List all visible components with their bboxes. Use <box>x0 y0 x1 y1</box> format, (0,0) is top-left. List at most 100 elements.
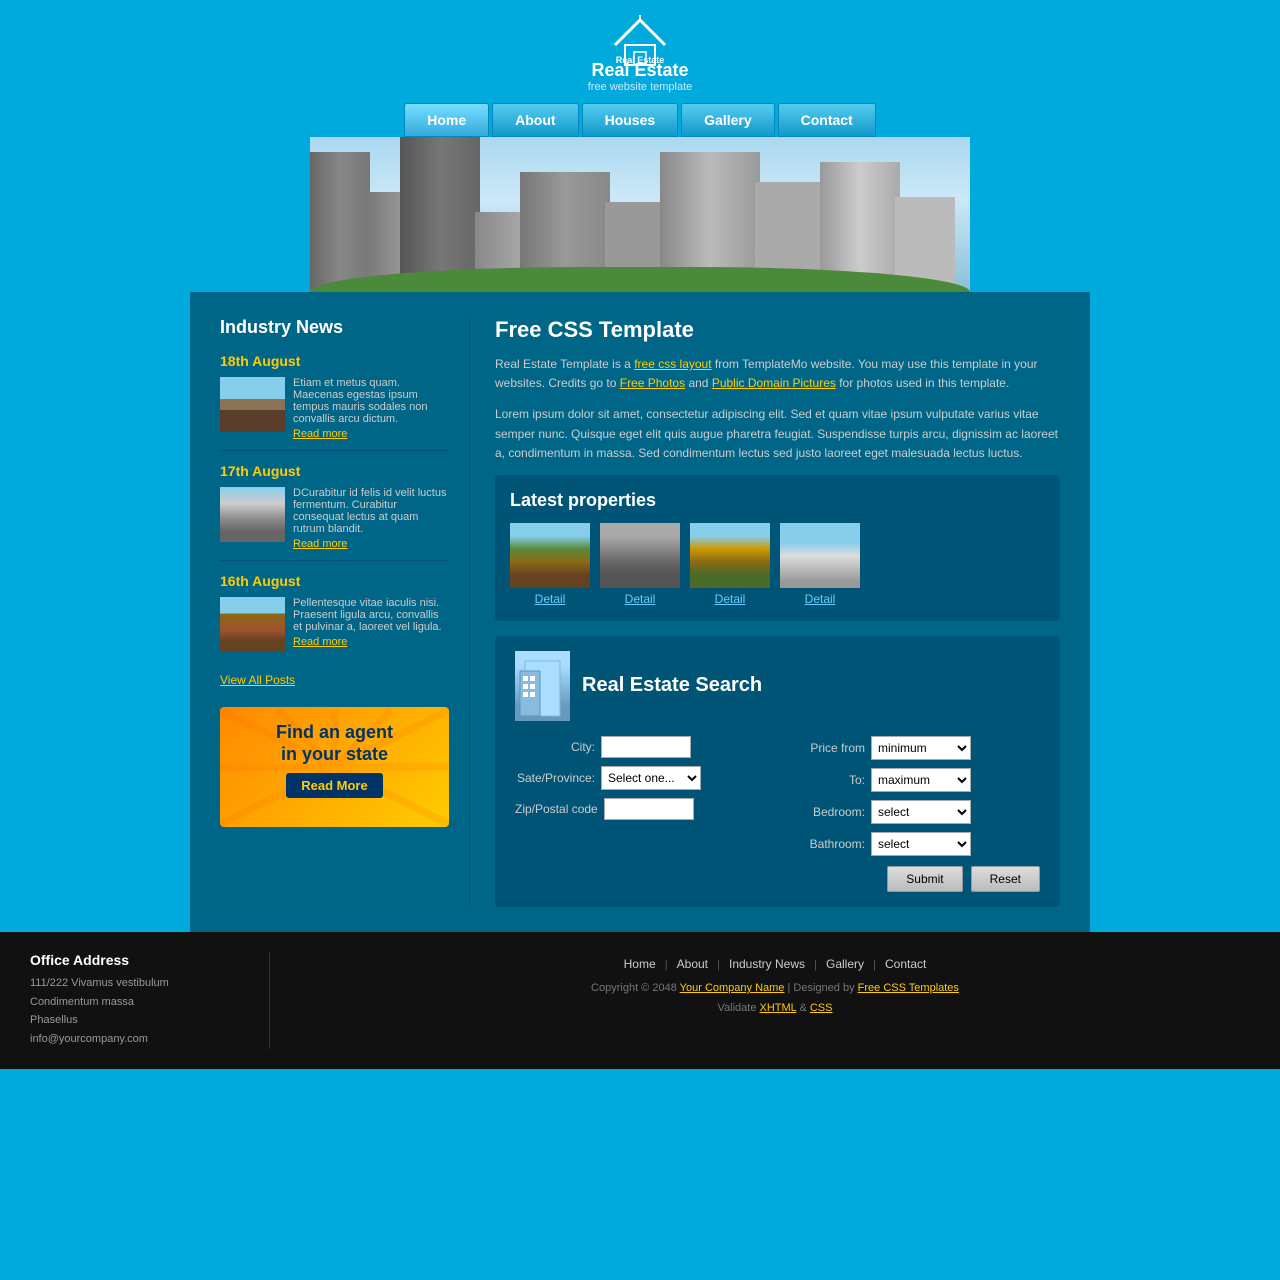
read-more-1[interactable]: Read more <box>293 428 449 440</box>
price-from-select[interactable]: minimum100000200000300000 <box>871 736 971 760</box>
nav-gallery[interactable]: Gallery <box>681 103 774 137</box>
state-label: Sate/Province: <box>515 771 595 785</box>
left-column: Industry News 18th August Etiam et metus… <box>220 317 470 907</box>
footer-nav: Home | About | Industry News | Gallery |… <box>300 957 1250 971</box>
news-image-2 <box>220 487 285 542</box>
nav-houses[interactable]: Houses <box>582 103 679 137</box>
reset-button[interactable]: Reset <box>971 866 1040 892</box>
news-section-title: Industry News <box>220 317 449 338</box>
price-to-row: To: maximum200000300000500000 <box>785 768 1040 792</box>
find-agent-button[interactable]: Read More <box>286 773 382 798</box>
main-title: Free CSS Template <box>495 317 1060 343</box>
latest-properties: Latest properties Detail Detail <box>495 475 1060 621</box>
footer-office-title: Office Address <box>30 952 249 968</box>
nav-contact[interactable]: Contact <box>778 103 876 137</box>
free-css-link[interactable]: free css layout <box>634 357 711 371</box>
find-agent-title: Find an agent in your state <box>235 722 434 765</box>
main-paragraph-2: Lorem ipsum dolor sit amet, consectetur … <box>495 405 1060 463</box>
state-select[interactable]: Select one... ALCANYTX <box>601 766 701 790</box>
news-image-3 <box>220 597 285 652</box>
main-nav: Home About Houses Gallery Contact <box>0 98 1280 137</box>
property-detail-1[interactable]: Detail <box>510 592 590 606</box>
search-box: Real Estate Search City: Sate/Province: … <box>495 636 1060 907</box>
separator-2 <box>220 560 449 561</box>
search-form: City: Sate/Province: Select one... ALCAN… <box>515 736 1040 856</box>
footer-address: Office Address 111/222 Vivamus vestibulu… <box>30 952 270 1049</box>
find-agent-banner: Find an agent in your state Read More <box>220 707 449 827</box>
footer-company-link[interactable]: Your Company Name <box>680 982 785 994</box>
news-text-3: Pellentesque vitae iaculis nisi. Praesen… <box>293 597 449 652</box>
city-label: City: <box>515 740 595 754</box>
zip-label: Zip/Postal code <box>515 802 598 816</box>
free-photos-link[interactable]: Free Photos <box>620 376 685 390</box>
latest-properties-title: Latest properties <box>510 490 1045 511</box>
news-thumb-3 <box>220 597 285 652</box>
news-date-1: 18th August <box>220 353 449 369</box>
property-detail-3[interactable]: Detail <box>690 592 770 606</box>
price-to-label: To: <box>785 773 865 787</box>
city-input[interactable] <box>601 736 691 758</box>
search-building-icon <box>515 651 570 721</box>
public-domain-link[interactable]: Public Domain Pictures <box>712 376 836 390</box>
state-row: Sate/Province: Select one... ALCANYTX <box>515 766 770 790</box>
zip-input[interactable] <box>604 798 694 820</box>
header: Real Estate Real Estate free website tem… <box>0 0 1280 137</box>
read-more-2[interactable]: Read more <box>293 538 449 550</box>
zip-row: Zip/Postal code <box>515 798 770 820</box>
news-item-2: DCurabitur id felis id velit luctus ferm… <box>220 487 449 550</box>
property-image-3 <box>690 523 770 588</box>
footer-copyright: Copyright © 2048 Your Company Name | Des… <box>300 979 1250 1019</box>
nav-about[interactable]: About <box>492 103 578 137</box>
building-svg-icon <box>515 651 570 721</box>
news-thumb-1 <box>220 377 285 432</box>
property-item-2: Detail <box>600 523 680 606</box>
footer: Office Address 111/222 Vivamus vestibulu… <box>0 932 1280 1069</box>
logo-text: Real Estate <box>591 60 688 81</box>
property-thumb-4 <box>780 523 860 588</box>
footer-nav-about[interactable]: About <box>677 957 708 971</box>
footer-nav-home[interactable]: Home <box>624 957 656 971</box>
logo-tagline: free website template <box>588 81 693 93</box>
footer-nav-contact[interactable]: Contact <box>885 957 926 971</box>
bedroom-label: Bedroom: <box>785 805 865 819</box>
footer-css-link[interactable]: CSS <box>810 1002 833 1014</box>
content-area: Industry News 18th August Etiam et metus… <box>190 292 1090 932</box>
bathroom-select[interactable]: select123 <box>871 832 971 856</box>
price-from-row: Price from minimum100000200000300000 <box>785 736 1040 760</box>
bathroom-label: Bathroom: <box>785 837 865 851</box>
footer-right: Home | About | Industry News | Gallery |… <box>300 952 1250 1049</box>
property-image-2 <box>600 523 680 588</box>
property-image-1 <box>510 523 590 588</box>
price-to-select[interactable]: maximum200000300000500000 <box>871 768 971 792</box>
news-item-3: Pellentesque vitae iaculis nisi. Praesen… <box>220 597 449 652</box>
news-text-2: DCurabitur id felis id velit luctus ferm… <box>293 487 449 550</box>
bedroom-row: Bedroom: select1234 <box>785 800 1040 824</box>
footer-designer-link[interactable]: Free CSS Templates <box>858 982 959 994</box>
view-all-posts[interactable]: View All Posts <box>220 673 295 687</box>
search-title: Real Estate Search <box>582 674 762 697</box>
footer-nav-industry[interactable]: Industry News <box>729 957 805 971</box>
city-row: City: <box>515 736 770 758</box>
footer-nav-gallery[interactable]: Gallery <box>826 957 864 971</box>
property-detail-2[interactable]: Detail <box>600 592 680 606</box>
news-text-1: Etiam et metus quam. Maecenas egestas ip… <box>293 377 449 440</box>
nav-home[interactable]: Home <box>404 103 489 137</box>
main-paragraph-1: Real Estate Template is a free css layou… <box>495 355 1060 393</box>
hero-image <box>310 137 970 292</box>
footer-xhtml-link[interactable]: XHTML <box>760 1002 797 1014</box>
property-detail-4[interactable]: Detail <box>780 592 860 606</box>
property-image-4 <box>780 523 860 588</box>
search-box-header: Real Estate Search <box>515 651 1040 721</box>
separator-1 <box>220 450 449 451</box>
submit-button[interactable]: Submit <box>887 866 962 892</box>
building-1 <box>310 152 370 292</box>
logo: Real Estate Real Estate free website tem… <box>0 10 1280 93</box>
news-date-2: 17th August <box>220 463 449 479</box>
bedroom-select[interactable]: select1234 <box>871 800 971 824</box>
read-more-3[interactable]: Read more <box>293 636 449 648</box>
news-date-3: 16th August <box>220 573 449 589</box>
bathroom-row: Bathroom: select123 <box>785 832 1040 856</box>
footer-address-text: 111/222 Vivamus vestibulum Condimentum m… <box>30 974 249 1049</box>
skyline <box>310 137 970 292</box>
property-item-1: Detail <box>510 523 590 606</box>
